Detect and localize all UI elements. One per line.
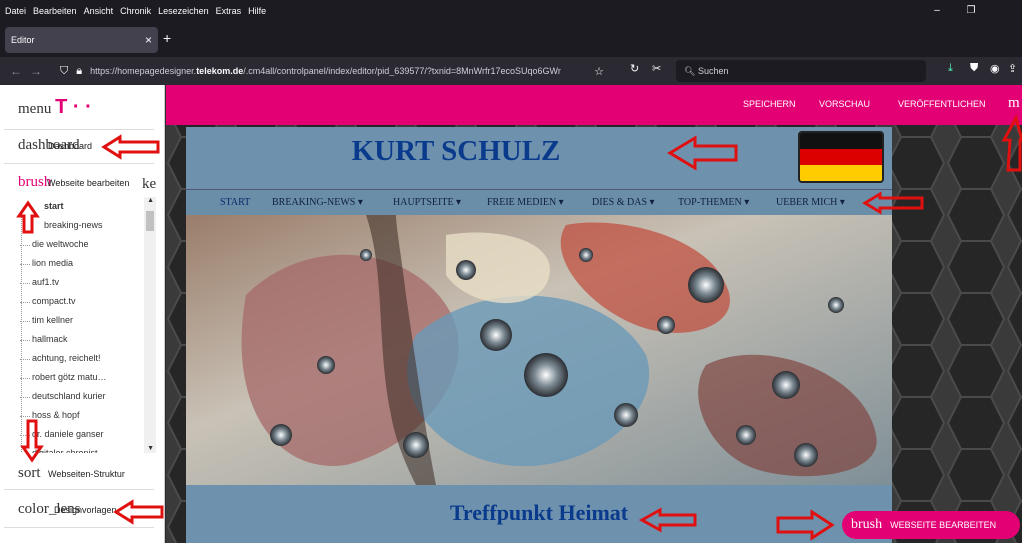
save-button[interactable]: SPEICHERN bbox=[743, 99, 796, 109]
tree-item[interactable]: auf1.tv bbox=[32, 277, 59, 287]
editor-topbar: SPEICHERN VORSCHAU VERÖFFENTLICHEN m bbox=[166, 85, 1022, 125]
bookmark-star-icon[interactable]: ☆ bbox=[594, 65, 604, 78]
menu-bearbeiten[interactable]: Bearbeiten bbox=[33, 6, 77, 16]
menu-ansicht[interactable]: Ansicht bbox=[84, 6, 114, 16]
extension-icon[interactable]: ◉ bbox=[990, 62, 1000, 75]
publish-button[interactable]: VERÖFFENTLICHEN bbox=[898, 99, 986, 109]
website-canvas[interactable]: KURT SCHULZ START BREAKING-NEWS ▾ HAUPTS… bbox=[186, 127, 892, 543]
menu-row[interactable]: menu T · · bbox=[18, 96, 92, 119]
tree-item[interactable]: digitaler chronist bbox=[32, 448, 98, 453]
tree-item[interactable]: breaking-news bbox=[44, 220, 103, 230]
tree-item[interactable]: tim kellner bbox=[32, 315, 73, 325]
window-controls: – ❐ bbox=[920, 0, 1022, 22]
tree-item[interactable]: hoss & hopf bbox=[32, 410, 80, 420]
dashboard-row[interactable]: dashboard Dashboard bbox=[18, 137, 92, 154]
nav-start[interactable]: START bbox=[220, 197, 250, 208]
site-subtitle[interactable]: Treffpunkt Heimat bbox=[186, 500, 892, 526]
tree-item[interactable]: start bbox=[44, 201, 64, 211]
tree-connector bbox=[20, 283, 30, 284]
nav-freie-medien[interactable]: FREIE MEDIEN ▾ bbox=[487, 197, 564, 208]
hero-image[interactable] bbox=[186, 215, 892, 485]
tab-close-icon[interactable]: × bbox=[145, 27, 152, 53]
tree-item[interactable]: die weltwoche bbox=[32, 239, 89, 249]
menu-extras[interactable]: Extras bbox=[216, 6, 242, 16]
tree-scroll-thumb[interactable] bbox=[146, 211, 154, 231]
lock-icon[interactable]: 🔒︎ bbox=[76, 65, 82, 78]
tree-scrollbar[interactable]: ▲ ▼ bbox=[144, 197, 156, 453]
scroll-up-icon[interactable]: ▲ bbox=[147, 197, 154, 204]
more-menu-icon[interactable]: m bbox=[1008, 95, 1020, 112]
back-icon[interactable]: ← bbox=[6, 64, 26, 78]
tree-connector bbox=[20, 264, 30, 265]
nav-dies-das[interactable]: DIES & DAS ▾ bbox=[592, 197, 655, 208]
tree-connector bbox=[20, 302, 30, 303]
tree-connector bbox=[20, 397, 30, 398]
new-tab-icon[interactable]: + bbox=[163, 30, 171, 46]
structure-label[interactable]: Webseiten-Struktur bbox=[48, 469, 125, 479]
menu-hilfe[interactable]: Hilfe bbox=[248, 6, 266, 16]
design-templates-label[interactable]: Designvorlagen bbox=[54, 505, 117, 515]
download-icon[interactable]: ⤓ bbox=[948, 62, 953, 75]
fab-brush-icon: brush bbox=[851, 517, 883, 532]
tree-item[interactable]: robert götz matu… bbox=[32, 372, 107, 382]
edit-suffix: ke bbox=[142, 176, 157, 192]
scroll-down-icon[interactable]: ▼ bbox=[147, 445, 154, 452]
tree-connector bbox=[20, 359, 30, 360]
tree-item[interactable]: compact.tv bbox=[32, 296, 76, 306]
menu-chronik[interactable]: Chronik bbox=[120, 6, 151, 16]
editor-sidebar: menu T · · dashboard Dashboard brush Web… bbox=[0, 85, 165, 543]
tree-item[interactable]: dr. daniele ganser bbox=[32, 429, 104, 439]
germany-flag-icon bbox=[798, 131, 884, 183]
restore-icon[interactable]: ❐ bbox=[954, 0, 988, 22]
url-text[interactable]: https://homepagedesigner.telekom.de/.cm4… bbox=[90, 66, 586, 76]
structure-row[interactable]: sort bbox=[18, 465, 41, 482]
tree-item[interactable]: hallmack bbox=[32, 334, 68, 344]
telekom-logo: T · · bbox=[55, 96, 92, 118]
site-navigation: START BREAKING-NEWS ▾ HAUPTSEITE ▾ FREIE… bbox=[186, 189, 892, 215]
menu-icon-text[interactable]: menu bbox=[18, 101, 51, 117]
edit-website-label[interactable]: Webseite bearbeiten bbox=[47, 178, 129, 188]
reload-icon[interactable]: ↻ bbox=[630, 62, 639, 75]
search-input[interactable]: 🔍︎ Suchen bbox=[676, 60, 926, 82]
tab-editor[interactable]: Editor × bbox=[5, 27, 158, 53]
fab-label: WEBSEITE BEARBEITEN bbox=[890, 520, 997, 530]
tree-item[interactable]: lion media bbox=[32, 258, 73, 268]
sort-icon: sort bbox=[18, 465, 41, 481]
tab-strip: Editor × + bbox=[0, 22, 1022, 57]
preview-button[interactable]: VORSCHAU bbox=[819, 99, 870, 109]
screenshot-icon[interactable]: ✂ bbox=[652, 62, 661, 75]
navigation-toolbar: ← → ⛉ 🔒︎ https://homepagedesigner.teleko… bbox=[0, 57, 1022, 85]
minimize-icon[interactable]: – bbox=[920, 0, 954, 22]
url-bar[interactable]: ⛉ 🔒︎ https://homepagedesigner.telekom.de… bbox=[60, 60, 660, 82]
forward-icon[interactable]: → bbox=[26, 64, 46, 78]
site-title[interactable]: KURT SCHULZ bbox=[186, 135, 726, 168]
tab-title: Editor bbox=[11, 35, 35, 45]
tree-item[interactable]: achtung, reichelt! bbox=[32, 353, 101, 363]
nav-breaking-news[interactable]: BREAKING-NEWS ▾ bbox=[272, 197, 363, 208]
hero-artwork bbox=[186, 215, 892, 485]
tree-connector bbox=[20, 416, 30, 417]
edit-website-button[interactable]: brush WEBSEITE BEARBEITEN bbox=[842, 511, 1020, 539]
dashboard-label[interactable]: Dashboard bbox=[48, 141, 92, 151]
tree-connector bbox=[20, 245, 30, 246]
shield-icon[interactable]: ⛉ bbox=[60, 65, 68, 78]
nav-ueber-mich[interactable]: UEBER MICH ▾ bbox=[776, 197, 845, 208]
share-icon[interactable]: ⇪ bbox=[1008, 62, 1017, 75]
tree-connector bbox=[20, 378, 30, 379]
tree-connector bbox=[20, 321, 30, 322]
menu-datei[interactable]: Datei bbox=[5, 6, 26, 16]
page-tree: start breaking-news die weltwoche lion medi… bbox=[14, 197, 156, 453]
nav-hauptseite[interactable]: HAUPTSEITE ▾ bbox=[393, 197, 461, 208]
editor-main: SPEICHERN VORSCHAU VERÖFFENTLICHEN m KUR… bbox=[166, 85, 1022, 543]
tree-connector bbox=[20, 435, 30, 436]
extension-shield-icon[interactable]: ⛊ bbox=[970, 62, 978, 75]
close-window-icon[interactable] bbox=[988, 0, 1022, 22]
browser-menubar: Datei Bearbeiten Ansicht Chronik Lesezei… bbox=[0, 0, 1022, 22]
tree-item[interactable]: deutschland kurier bbox=[32, 391, 106, 401]
tree-connector bbox=[20, 340, 30, 341]
menu-lesezeichen[interactable]: Lesezeichen bbox=[158, 6, 209, 16]
nav-top-themen[interactable]: TOP-THEMEN ▾ bbox=[678, 197, 749, 208]
